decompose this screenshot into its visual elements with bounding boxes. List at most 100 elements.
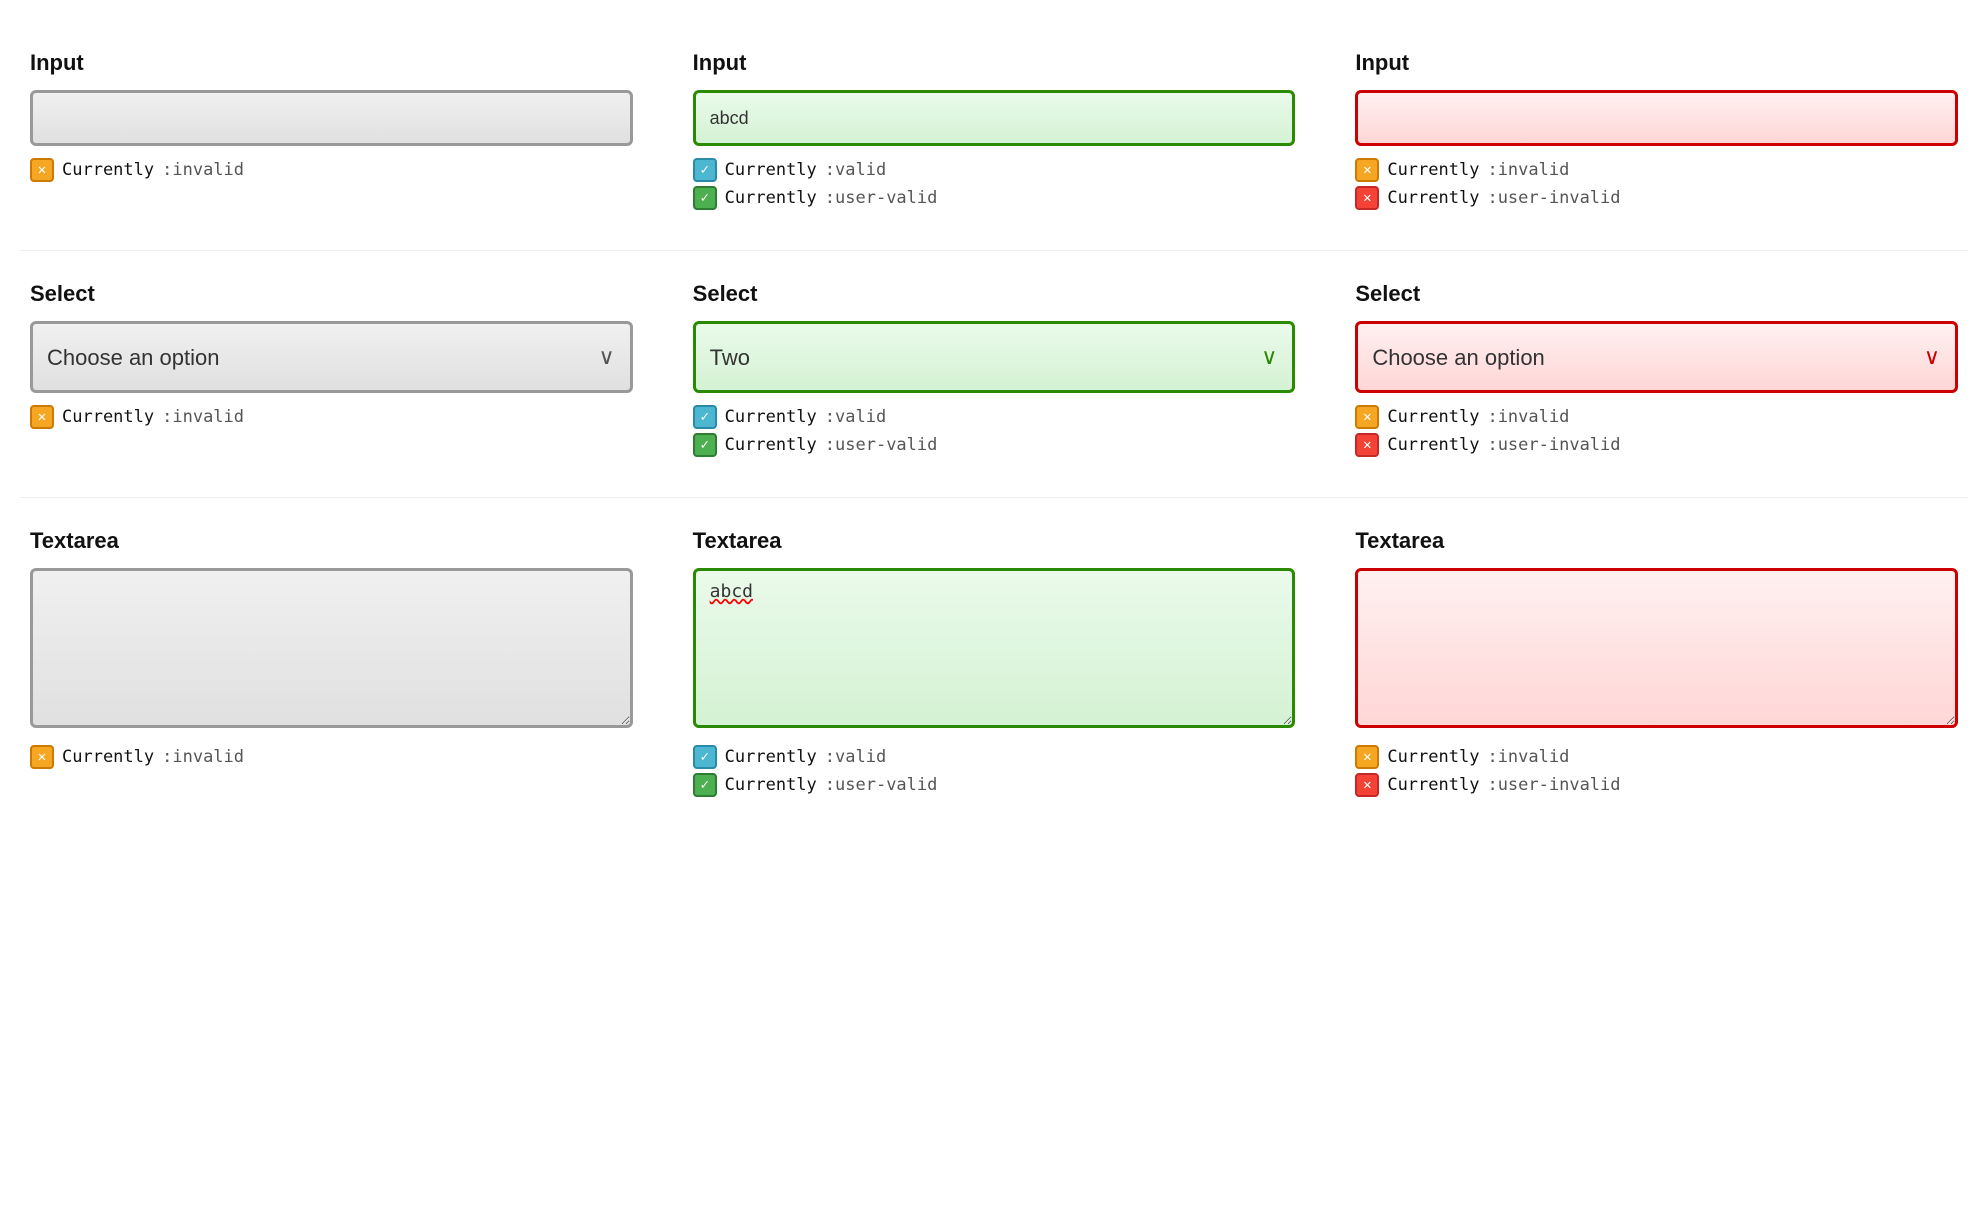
status-text-input-valid-0: Currently xyxy=(725,160,817,180)
section-title-select-user-invalid: Select xyxy=(1355,281,1958,307)
status-badge-select-valid-0: ✓ xyxy=(693,405,717,429)
status-text-select-valid-0: Currently xyxy=(725,407,817,427)
section-title-select-neutral: Select xyxy=(30,281,633,307)
status-item-textarea-valid-0: ✓ Currently :valid xyxy=(693,745,1296,769)
status-badge-textarea-neutral-0: ✕ xyxy=(30,745,54,769)
status-text-select-valid-1: Currently xyxy=(725,435,817,455)
cell-select-neutral: Select Choose an optionOneTwoThree∨ ✕ Curre… xyxy=(20,261,643,487)
status-badge-select-user-invalid-1: ✕ xyxy=(1355,433,1379,457)
status-text-select-user-invalid-1: Currently xyxy=(1387,435,1479,455)
cell-input-valid: Input ✓ Currently :valid ✓ Currently :user-v… xyxy=(683,30,1306,240)
row-divider-0 xyxy=(20,250,1968,251)
status-item-select-user-invalid-1: ✕ Currently :user-invalid xyxy=(1355,433,1958,457)
status-item-input-neutral-0: ✕ Currently :invalid xyxy=(30,158,633,182)
main-grid: Input ✕ Currently :invalid Input ✓ Currently … xyxy=(20,30,1968,827)
status-item-input-user-invalid-1: ✕ Currently :user-invalid xyxy=(1355,186,1958,210)
status-pseudo-input-valid-1: :user-valid xyxy=(825,188,938,208)
status-badge-select-valid-1: ✓ xyxy=(693,433,717,457)
cell-textarea-neutral: Textarea ✕ Currently :invalid xyxy=(20,508,643,827)
status-badge-select-neutral-0: ✕ xyxy=(30,405,54,429)
status-badge-textarea-user-invalid-0: ✕ xyxy=(1355,745,1379,769)
status-pseudo-textarea-user-invalid-1: :user-invalid xyxy=(1487,775,1620,795)
status-item-select-valid-1: ✓ Currently :user-valid xyxy=(693,433,1296,457)
status-list-input-valid: ✓ Currently :valid ✓ Currently :user-valid xyxy=(693,158,1296,210)
status-item-select-user-invalid-0: ✕ Currently :invalid xyxy=(1355,405,1958,429)
status-badge-input-user-invalid-1: ✕ xyxy=(1355,186,1379,210)
status-badge-textarea-user-invalid-1: ✕ xyxy=(1355,773,1379,797)
cell-input-user-invalid: Input ✕ Currently :invalid ✕ Currently :user… xyxy=(1345,30,1968,240)
status-text-input-user-invalid-1: Currently xyxy=(1387,188,1479,208)
status-pseudo-select-valid-1: :user-valid xyxy=(825,435,938,455)
cell-select-user-invalid: Select Choose an optionOneTwoThree∨ ✕ Curre… xyxy=(1345,261,1968,487)
status-list-input-neutral: ✕ Currently :invalid xyxy=(30,158,633,182)
status-text-select-neutral-0: Currently xyxy=(62,407,154,427)
input-field-input-user-invalid[interactable] xyxy=(1355,90,1958,146)
section-title-textarea-user-invalid: Textarea xyxy=(1355,528,1958,554)
status-text-textarea-neutral-0: Currently xyxy=(62,747,154,767)
select-wrapper-select-user-invalid: Choose an optionOneTwoThree∨ xyxy=(1355,321,1958,393)
select-wrapper-select-neutral: Choose an optionOneTwoThree∨ xyxy=(30,321,633,393)
textarea-field-textarea-valid[interactable] xyxy=(693,568,1296,728)
input-field-input-valid[interactable] xyxy=(693,90,1296,146)
input-field-input-neutral[interactable] xyxy=(30,90,633,146)
section-title-input-user-invalid: Input xyxy=(1355,50,1958,76)
status-text-textarea-user-invalid-0: Currently xyxy=(1387,747,1479,767)
select-field-select-valid[interactable]: Choose an optionOneTwoThree xyxy=(693,321,1296,393)
status-item-input-valid-1: ✓ Currently :user-valid xyxy=(693,186,1296,210)
section-title-select-valid: Select xyxy=(693,281,1296,307)
status-pseudo-textarea-neutral-0: :invalid xyxy=(162,747,244,767)
status-pseudo-select-neutral-0: :invalid xyxy=(162,407,244,427)
status-list-select-valid: ✓ Currently :valid ✓ Currently :user-valid xyxy=(693,405,1296,457)
status-badge-textarea-valid-0: ✓ xyxy=(693,745,717,769)
textarea-field-textarea-user-invalid[interactable] xyxy=(1355,568,1958,728)
status-text-textarea-valid-0: Currently xyxy=(725,747,817,767)
status-text-input-neutral-0: Currently xyxy=(62,160,154,180)
status-item-input-valid-0: ✓ Currently :valid xyxy=(693,158,1296,182)
cell-textarea-valid: Textarea ✓ Currently :valid ✓ Currently :use… xyxy=(683,508,1306,827)
status-text-select-user-invalid-0: Currently xyxy=(1387,407,1479,427)
status-list-select-neutral: ✕ Currently :invalid xyxy=(30,405,633,429)
status-item-textarea-user-invalid-1: ✕Currently :user-invalid xyxy=(1355,773,1958,797)
status-list-input-user-invalid: ✕ Currently :invalid ✕ Currently :user-inva… xyxy=(1355,158,1958,210)
select-wrapper-select-valid: Choose an optionOneTwoThree∨ xyxy=(693,321,1296,393)
status-pseudo-select-user-invalid-1: :user-invalid xyxy=(1487,435,1620,455)
status-badge-input-user-invalid-0: ✕ xyxy=(1355,158,1379,182)
status-item-select-valid-0: ✓ Currently :valid xyxy=(693,405,1296,429)
status-badge-textarea-valid-1: ✓ xyxy=(693,773,717,797)
select-field-select-user-invalid[interactable]: Choose an optionOneTwoThree xyxy=(1355,321,1958,393)
section-title-input-neutral: Input xyxy=(30,50,633,76)
status-list-textarea-user-invalid: ✕ Currently :invalid ✕Currently :user-inva… xyxy=(1355,745,1958,797)
select-field-select-neutral[interactable]: Choose an optionOneTwoThree xyxy=(30,321,633,393)
status-pseudo-input-user-invalid-0: :invalid xyxy=(1487,160,1569,180)
status-text-input-valid-1: Currently xyxy=(725,188,817,208)
status-pseudo-select-user-invalid-0: :invalid xyxy=(1487,407,1569,427)
status-pseudo-textarea-valid-0: :valid xyxy=(825,747,886,767)
section-title-textarea-neutral: Textarea xyxy=(30,528,633,554)
status-pseudo-textarea-valid-1: :user-valid xyxy=(825,775,938,795)
status-badge-input-valid-1: ✓ xyxy=(693,186,717,210)
status-item-textarea-neutral-0: ✕ Currently :invalid xyxy=(30,745,633,769)
status-text-textarea-valid-1: Currently xyxy=(725,775,817,795)
status-list-textarea-neutral: ✕ Currently :invalid xyxy=(30,745,633,769)
status-pseudo-select-valid-0: :valid xyxy=(825,407,886,427)
status-list-textarea-valid: ✓ Currently :valid ✓ Currently :user-valid xyxy=(693,745,1296,797)
section-title-textarea-valid: Textarea xyxy=(693,528,1296,554)
status-item-select-neutral-0: ✕ Currently :invalid xyxy=(30,405,633,429)
status-badge-input-valid-0: ✓ xyxy=(693,158,717,182)
textarea-field-textarea-neutral[interactable] xyxy=(30,568,633,728)
status-badge-select-user-invalid-0: ✕ xyxy=(1355,405,1379,429)
status-item-textarea-valid-1: ✓ Currently :user-valid xyxy=(693,773,1296,797)
status-text-input-user-invalid-0: Currently xyxy=(1387,160,1479,180)
row-divider-1 xyxy=(20,497,1968,498)
status-pseudo-input-neutral-0: :invalid xyxy=(162,160,244,180)
status-pseudo-input-valid-0: :valid xyxy=(825,160,886,180)
status-list-select-user-invalid: ✕ Currently :invalid ✕ Currently :user-inva… xyxy=(1355,405,1958,457)
status-pseudo-textarea-user-invalid-0: :invalid xyxy=(1487,747,1569,767)
status-item-textarea-user-invalid-0: ✕ Currently :invalid xyxy=(1355,745,1958,769)
cell-input-neutral: Input ✕ Currently :invalid xyxy=(20,30,643,240)
status-pseudo-input-user-invalid-1: :user-invalid xyxy=(1487,188,1620,208)
section-title-input-valid: Input xyxy=(693,50,1296,76)
status-badge-input-neutral-0: ✕ xyxy=(30,158,54,182)
cell-select-valid: Select Choose an optionOneTwoThree∨ ✓ Curre… xyxy=(683,261,1306,487)
status-item-input-user-invalid-0: ✕ Currently :invalid xyxy=(1355,158,1958,182)
